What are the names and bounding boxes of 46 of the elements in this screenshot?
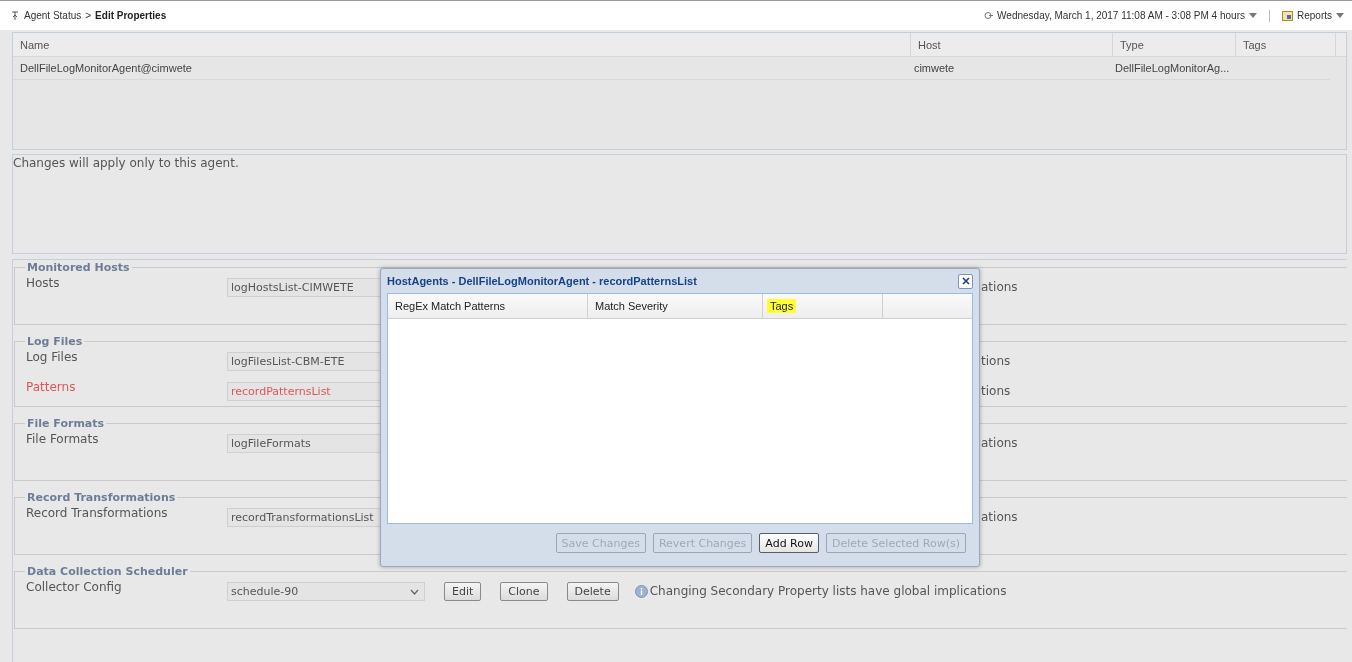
column-header[interactable]: Name bbox=[13, 33, 911, 56]
dialog-button[interactable]: Add Row bbox=[759, 533, 819, 553]
close-icon[interactable] bbox=[961, 277, 970, 285]
action-button[interactable]: Clone bbox=[500, 581, 548, 601]
back-icon[interactable] bbox=[12, 11, 20, 20]
note-text: tions bbox=[981, 384, 1011, 398]
breadcrumb-separator: > bbox=[85, 10, 92, 21]
time-range-selector[interactable]: Wednesday, March 1, 2017 11:08 AM - 3:08 PM 4 hours bbox=[997, 10, 1245, 21]
field-label: Patterns bbox=[26, 379, 77, 394]
refresh-icon[interactable] bbox=[984, 11, 994, 20]
note-text: ations bbox=[981, 510, 1018, 524]
note-text: ations bbox=[981, 280, 1018, 294]
field-label: Record Transformations bbox=[26, 505, 169, 520]
section-legend: Record Transformations bbox=[25, 491, 178, 504]
dropdown-caret-icon[interactable] bbox=[1249, 13, 1257, 18]
field-label: Collector Config bbox=[26, 579, 123, 594]
table-cell-text: DellFileLogMonitorAgent@cimwete bbox=[19, 61, 193, 76]
note-text: tions bbox=[981, 354, 1011, 368]
reports-menu[interactable]: Reports bbox=[1297, 10, 1332, 21]
dropdown-field[interactable]: schedule-90 bbox=[227, 581, 425, 601]
column-header[interactable]: Tags bbox=[763, 294, 883, 318]
breadcrumb-link[interactable]: Agent Status bbox=[24, 10, 82, 21]
field-label: File Formats bbox=[26, 431, 100, 446]
info-icon bbox=[634, 584, 648, 598]
note-text: ations bbox=[981, 436, 1018, 450]
column-header[interactable]: Tags bbox=[1236, 33, 1336, 56]
dropdown-caret-icon[interactable] bbox=[1336, 13, 1344, 18]
message-text: Changes will apply only to this agent. bbox=[13, 156, 239, 170]
column-header[interactable]: Match Severity bbox=[588, 294, 763, 318]
column-header[interactable]: Type bbox=[1113, 33, 1236, 56]
column-header[interactable]: Host bbox=[911, 33, 1113, 56]
page-title: Edit Properties bbox=[95, 10, 167, 21]
table-cell-text: DellFileLogMonitorAg... bbox=[1113, 61, 1231, 76]
section-legend: Monitored Hosts bbox=[25, 261, 132, 274]
section-legend: Log Files bbox=[25, 335, 85, 348]
field-label: Hosts bbox=[26, 275, 61, 290]
close-button[interactable] bbox=[958, 273, 973, 289]
field-label: Log Files bbox=[26, 349, 79, 364]
column-header[interactable]: RegEx Match Patterns bbox=[388, 294, 588, 318]
report-icon[interactable] bbox=[1282, 10, 1293, 21]
table-cell-text: cimwete bbox=[912, 61, 956, 76]
note-text: Changing Secondary Property lists have global implications bbox=[649, 584, 1007, 598]
action-button[interactable]: Delete bbox=[566, 581, 619, 601]
section-legend: Data Collection Scheduler bbox=[25, 565, 190, 578]
section-legend: File Formats bbox=[25, 417, 107, 430]
action-button[interactable]: Edit bbox=[444, 581, 482, 601]
